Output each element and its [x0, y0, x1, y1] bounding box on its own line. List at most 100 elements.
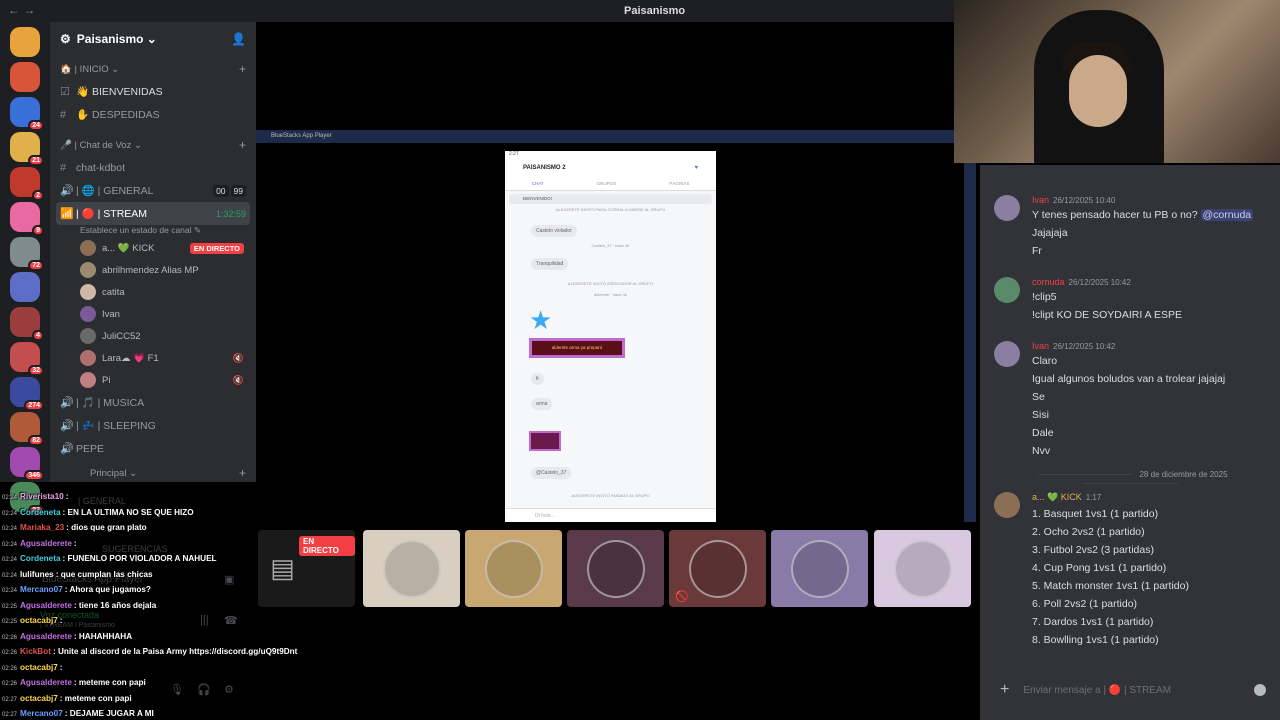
- tab-chat[interactable]: CHAT: [532, 181, 544, 186]
- message-text: Jajajaja: [1032, 227, 1068, 239]
- tab-grupos[interactable]: GRUPOS: [597, 181, 617, 186]
- server-icon[interactable]: 346: [10, 447, 44, 481]
- participant-tile[interactable]: [771, 530, 868, 607]
- voice-member[interactable]: catita: [50, 281, 256, 303]
- participant-tile[interactable]: 🚫: [669, 530, 766, 607]
- username: Riverista10: [20, 492, 64, 501]
- username[interactable]: a... 💚 KICK: [1032, 492, 1082, 502]
- channel-chat-kdbot[interactable]: # chat-kdbot: [50, 156, 256, 179]
- add-channel-icon[interactable]: +: [239, 62, 246, 76]
- add-attachment-icon[interactable]: +: [1000, 681, 1009, 699]
- channel-bienvenidas[interactable]: ☑ 👋 BIENVENIDAS: [50, 80, 256, 103]
- server-icon[interactable]: [10, 27, 40, 57]
- invite-icon[interactable]: 👤: [231, 32, 246, 46]
- category-principal[interactable]: Principal ⌄ +: [50, 460, 256, 484]
- voice-member[interactable]: abrilhmendez Alias MP: [50, 259, 256, 281]
- system-message: Castelo_37 · hace 4h: [591, 243, 630, 248]
- timestamp: 02:25: [2, 619, 18, 625]
- channel-despedidas[interactable]: # ✋ DESPEDIDAS: [50, 103, 256, 126]
- avatar[interactable]: [994, 195, 1020, 221]
- channel-label: | 💤 | SLEEPING: [76, 420, 156, 432]
- category-inicio[interactable]: 🏠 | INICIO ⌄ +: [50, 56, 256, 80]
- voice-member[interactable]: Lara☁ 💗 F1 🔇: [50, 347, 256, 369]
- channel-status[interactable]: Establece un estado de canal ✎: [50, 225, 256, 237]
- forward-icon[interactable]: →: [23, 3, 35, 17]
- avatar: [80, 240, 96, 256]
- username: KickBot: [20, 647, 51, 656]
- timestamp: 02:26: [2, 665, 18, 672]
- server-icon[interactable]: 9: [10, 202, 44, 236]
- username: Mercano07: [20, 585, 63, 594]
- overlay-chat-line: 02:24 Cordeneta: FUNENLO POR VIOLADOR A N…: [2, 554, 217, 563]
- add-channel-icon[interactable]: +: [239, 466, 246, 480]
- avatar: [80, 306, 96, 322]
- tab-paginas[interactable]: PÁGINAS: [669, 181, 689, 186]
- message-text: 7. Dardos 1vs1 (1 partido): [1032, 616, 1154, 628]
- overlay-chat-line: 02:25 Agusalderete: tiene 16 años dejala: [2, 601, 156, 610]
- heart-icon[interactable]: ♥: [694, 165, 698, 171]
- phone-status-bar: 2:27: [505, 151, 716, 159]
- phone-screen[interactable]: 2:27 PAISANISMO 2 ♥ CHAT GRUPOS PÁGINAS …: [505, 151, 716, 522]
- voice-member[interactable]: Pi 🔇: [50, 369, 256, 391]
- timestamp: 02:25: [2, 603, 18, 610]
- participant-tile[interactable]: [465, 530, 562, 607]
- rules-icon: ☑: [60, 86, 70, 98]
- avatar[interactable]: [994, 492, 1020, 518]
- username: Agusalderete: [20, 631, 72, 641]
- live-badge: EN DIRECTO: [189, 242, 244, 254]
- message-meta: Ivan 26/12/2025 10:42: [1032, 341, 1115, 351]
- server-icon[interactable]: 32: [10, 342, 44, 376]
- message-bubble: Tranquilidad: [531, 258, 569, 270]
- username[interactable]: Ivan: [1032, 195, 1049, 205]
- timestamp: 02:24: [2, 510, 18, 517]
- username[interactable]: Ivan: [1032, 341, 1049, 351]
- participant-tile[interactable]: [363, 530, 460, 607]
- message-text: : Ahora que jugamos?: [64, 585, 151, 594]
- channel-sleeping[interactable]: 🔊 | 💤 | SLEEPING: [50, 414, 256, 437]
- chat-input[interactable]: + Enviar mensaje a | 🔴 | STREAM: [992, 675, 1274, 705]
- server-header[interactable]: ⚙ Paisanismo ⌄ 👤: [50, 22, 256, 56]
- add-channel-icon[interactable]: +: [239, 138, 246, 152]
- overlay-chat-line: 02:24 Agusalderete:: [2, 539, 77, 548]
- server-name: Paisanismo ⌄: [76, 32, 157, 46]
- message-text: Sisi: [1032, 409, 1049, 421]
- server-icon[interactable]: [10, 272, 40, 302]
- server-icon[interactable]: 274: [10, 377, 44, 411]
- message-text: : HAHAHHAHA: [73, 631, 133, 641]
- avatar[interactable]: [994, 341, 1020, 367]
- message-text: :: [59, 662, 63, 672]
- channel-general[interactable]: 🔊 | 🌐 | GENERAL 00 99: [50, 179, 256, 202]
- back-icon[interactable]: ←: [8, 3, 20, 17]
- message-text: : meteme con papi: [59, 693, 132, 703]
- channel-pepe[interactable]: 🔊 PEPE: [50, 437, 256, 460]
- server-icon[interactable]: 24: [10, 97, 44, 131]
- server-icon[interactable]: 82: [10, 412, 44, 446]
- system-message: aldeente · hace 4h: [593, 292, 628, 297]
- username: Agusalderete: [20, 600, 72, 610]
- participant-tile[interactable]: [567, 530, 664, 607]
- voice-member[interactable]: Ivan: [50, 303, 256, 325]
- server-icon[interactable]: 21: [10, 132, 44, 166]
- nav-arrows[interactable]: ← →: [8, 3, 35, 17]
- username: octacabj7: [20, 693, 58, 703]
- message-text: : que cumplan las chicas: [55, 569, 153, 579]
- server-icon[interactable]: 72: [10, 237, 44, 271]
- server-icon[interactable]: 2: [10, 167, 44, 201]
- phone-search[interactable]: BIENVENIDO!: [509, 194, 712, 204]
- participant-tile[interactable]: [874, 530, 971, 607]
- timestamp: 02:24: [2, 588, 18, 594]
- server-icon[interactable]: [10, 62, 40, 92]
- emoji-icon[interactable]: [1254, 684, 1266, 696]
- avatar[interactable]: [994, 277, 1020, 303]
- username[interactable]: cornuda: [1032, 277, 1065, 287]
- channel-musica[interactable]: 🔊 | 🎵 | MUSICA: [50, 391, 256, 414]
- category-voz[interactable]: 🎤 | Chat de Voz ⌄ +: [50, 132, 256, 156]
- channel-stream[interactable]: 📶 | 🔴 | STREAM 1:32:59: [56, 202, 250, 225]
- mention[interactable]: @cornuda: [1200, 209, 1254, 221]
- participant-avatar: [382, 539, 441, 598]
- username: Mariaka_23: [20, 523, 65, 532]
- phone-input[interactable]: Di hola...: [505, 508, 716, 522]
- voice-member[interactable]: a... 💚 KICK EN DIRECTO: [50, 237, 256, 259]
- server-icon[interactable]: 4: [10, 307, 44, 341]
- voice-member[interactable]: JuliCC52: [50, 325, 256, 347]
